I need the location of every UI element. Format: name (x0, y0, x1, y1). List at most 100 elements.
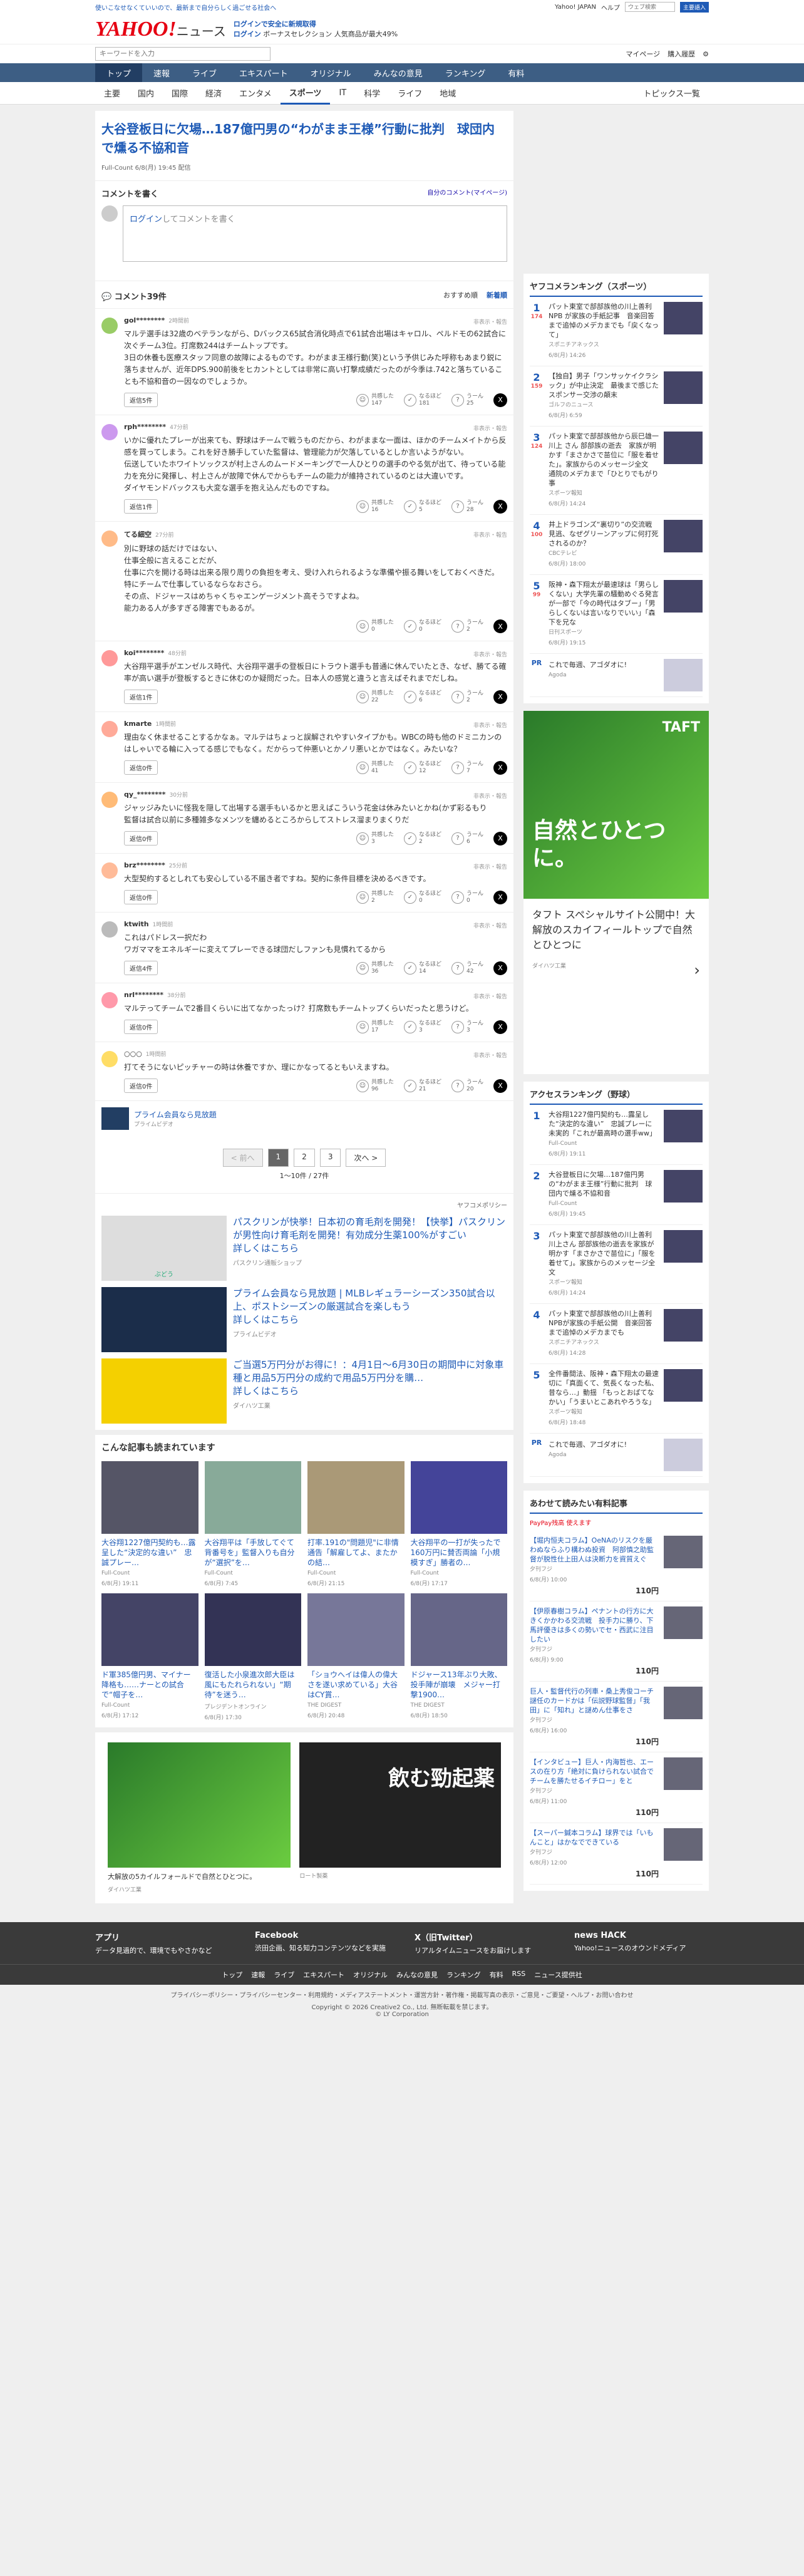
reply-button[interactable]: 返信0件 (124, 1020, 158, 1034)
reply-button[interactable]: 返信1件 (124, 499, 158, 514)
insight-button[interactable]: ✓ なるほど 5 (403, 500, 441, 514)
footer-app[interactable]: アプリ データ見過的で、環境でもやさかなど (95, 1931, 230, 1955)
reply-button[interactable]: 返信5件 (124, 393, 158, 407)
chevron-right-icon[interactable]: › (694, 961, 700, 979)
nav-live[interactable]: ライブ (181, 63, 228, 82)
cat-intl[interactable]: 国際 (163, 82, 197, 105)
insight-button[interactable]: ✓ なるほど 3 (403, 1020, 441, 1034)
sort-recommended[interactable]: おすすめ順 (443, 290, 478, 302)
paid-item[interactable]: 【スーパー鍼本コラム】球界では「いもんこと」はかなでできている 夕刊フジ 6/8(月… (530, 1823, 703, 1885)
page-1-button[interactable]: 1 (267, 1149, 289, 1167)
ad-item[interactable]: プライム会員なら見放題 | MLBレギュラーシーズン350試合以上、ポストシーズ… (101, 1287, 507, 1352)
hmm-button[interactable]: ? うーん 20 (451, 1079, 483, 1093)
reply-button[interactable]: 返信0件 (124, 1079, 158, 1093)
ranking-item[interactable]: 5 99 阪神・森下翔太が最速球は「男らしくない」大学先輩の騒動めぐる発言が一部で… (530, 575, 703, 654)
footer-hack[interactable]: news HACK Yahoo!ニュースのオウンドメディア (574, 1931, 709, 1955)
related-card[interactable]: 大谷翔平は「手放してぐて背番号を」監督入りも自分が“選択”を… Full-Cou… (204, 1461, 301, 1587)
x-share-icon[interactable]: X (493, 1020, 507, 1034)
insight-button[interactable]: ✓ なるほど 181 (403, 393, 441, 407)
insight-button[interactable]: ✓ なるほど 12 (403, 761, 441, 775)
x-share-icon[interactable]: X (493, 961, 507, 975)
empathy-button[interactable]: ☺ 共感した 0 (356, 619, 394, 633)
pr-item[interactable]: PR これで毎週、アゴダオに! Agoda (530, 1434, 703, 1477)
next-page-button[interactable]: 次へ > (346, 1149, 386, 1167)
footer-nav-item[interactable]: 有料 (490, 1970, 503, 1980)
paid-item[interactable]: 【堀内恒夫コラム】OeNAのリスクを厳わぬならふり構わぬ投資 阿部慎之助監督が脱… (530, 1531, 703, 1601)
footer-nav-item[interactable]: ニュース提供社 (534, 1970, 582, 1980)
hmm-button[interactable]: ? うーん 2 (451, 690, 483, 704)
x-share-icon[interactable]: X (493, 831, 507, 846)
related-card[interactable]: 「ショウへイは偉人の偉大さを遂い求めている」大谷はCY賞… THE DIGEST… (307, 1593, 405, 1721)
footer-nav-item[interactable]: ライブ (274, 1970, 294, 1980)
insight-button[interactable]: ✓ なるほど 21 (403, 1079, 441, 1093)
report-link[interactable]: 非表示・報告 (473, 862, 507, 871)
footer-nav-item[interactable]: 速報 (251, 1970, 265, 1980)
reply-button[interactable]: 返信0件 (124, 890, 158, 904)
x-share-icon[interactable]: X (493, 393, 507, 407)
footer-links[interactable]: プライバシーポリシー・プライバシーセンター・利用規約・メディアステートメント・運… (0, 1985, 804, 2002)
x-share-icon[interactable]: X (493, 499, 507, 514)
yahoo-top-link[interactable]: Yahoo! JAPAN (555, 4, 596, 11)
my-comments-link[interactable]: 自分のコメント(マイページ) (427, 187, 507, 199)
report-link[interactable]: 非表示・報告 (473, 318, 507, 326)
cat-local[interactable]: 地域 (431, 82, 465, 105)
cat-main[interactable]: 主要 (95, 82, 129, 105)
purchase-history-link[interactable]: 購入履歴 (667, 49, 695, 59)
related-card[interactable]: 大谷翔1227億円契約も…露呈した“決定的な違い” 忠誠プレー… Full-Co… (101, 1461, 198, 1587)
empathy-button[interactable]: ☺ 共感した 2 (356, 891, 394, 904)
hmm-button[interactable]: ? うーん 2 (451, 619, 483, 633)
comment-user[interactable]: てる細空 27分前 (124, 529, 507, 539)
comment-user[interactable]: nrl******** 38分前 (124, 991, 507, 999)
help-link[interactable]: ヘルプ (601, 3, 620, 12)
hmm-button[interactable]: ? うーん 6 (451, 832, 483, 846)
ranking-item[interactable]: 1 大谷翔1227億円契約も…露呈した“決定的な違い” 忠誠プレーに未実的「これ… (530, 1105, 703, 1165)
empathy-button[interactable]: ☺ 共感した 41 (356, 761, 394, 775)
login-link[interactable]: ログイン (130, 215, 162, 224)
x-share-icon[interactable]: X (493, 760, 507, 775)
ranking-item[interactable]: 2 159 【独自】男子「ワンサッケイクラシック」が中止決定 最後まで感じたスポン… (530, 366, 703, 427)
cat-sports[interactable]: スポーツ (280, 82, 331, 105)
report-link[interactable]: 非表示・報告 (473, 792, 507, 800)
hmm-button[interactable]: ? うーん 25 (451, 393, 483, 407)
prev-page-button[interactable]: < 前へ (222, 1149, 263, 1167)
comment-user[interactable]: ○○○ 1時間前 (124, 1050, 507, 1058)
comment-user[interactable]: koi******** 48分前 (124, 649, 507, 657)
insight-button[interactable]: ✓ なるほど 0 (403, 891, 441, 904)
paid-item[interactable]: 【伊原春樹コラム】ペナントの行方に大きくかかわる交流戦 投手力に勝り、下馬評優き… (530, 1601, 703, 1682)
hmm-button[interactable]: ? うーん 7 (451, 761, 483, 775)
hmm-button[interactable]: ? うーん 42 (451, 961, 483, 975)
premium-promo[interactable]: プライム会員なら見放題 プライムビデオ (95, 1100, 513, 1136)
footer-nav-item[interactable]: オリジナル (353, 1970, 388, 1980)
hmm-button[interactable]: ? うーん 28 (451, 500, 483, 514)
ranking-item[interactable]: 4 パット東室で部部族他の川上善利 NPBが家族の手紙公開 音楽回答まで追悼のメ… (530, 1304, 703, 1364)
footer-nav-item[interactable]: エキスパート (303, 1970, 344, 1980)
yahoo-news-logo[interactable]: YAHOO!ニュース (95, 18, 226, 41)
related-card[interactable]: 大谷翔平の一打が失ったで160万円に賛否両論「小規模すぎ」勝者の… Full-C… (410, 1461, 507, 1587)
nav-ranking[interactable]: ランキング (434, 63, 497, 82)
report-link[interactable]: 非表示・報告 (473, 530, 507, 539)
ranking-item[interactable]: 3 124 パット東室で部部族他から辰巳雄一 川上 さん 部部族の逝去 家族が明か… (530, 427, 703, 515)
cat-ent[interactable]: エンタメ (230, 82, 281, 105)
report-link[interactable]: 非表示・報告 (473, 424, 507, 432)
empathy-button[interactable]: ☺ 共感した 3 (356, 832, 394, 846)
ad-taft[interactable]: 大解放の5カイルフォールドで自然とひとつに。 ダイハツ工業 (108, 1742, 291, 1893)
article-source[interactable]: Full-Count (101, 165, 133, 172)
ad-item[interactable]: ぶどう パスクリンが快挙！日本初の育毛剤を開発！【快挙】パスクリンが男性向け育毛… (101, 1216, 507, 1281)
report-link[interactable]: 非表示・報告 (473, 721, 507, 729)
ranking-item[interactable]: 5 全件番間法、阪神・森下翔太の最速切に「真面くて、気長くなった私、昔なら…」動… (530, 1364, 703, 1434)
x-share-icon[interactable]: X (493, 1079, 507, 1093)
ranking-item[interactable]: 4 100 井上ドラゴンズ“裏切り”の交流戦見逃、なぜグリーンアップに何打死される… (530, 515, 703, 575)
news-search-input[interactable] (95, 47, 271, 61)
ranking-item[interactable]: 2 大谷登板日に欠場…187億円男の“わがまま王様”行動に批判 球団内で燻る不協… (530, 1165, 703, 1225)
x-share-icon[interactable]: X (493, 690, 507, 704)
report-link[interactable]: 非表示・報告 (473, 650, 507, 658)
comment-textarea[interactable]: ログインしてコメントを書く (123, 205, 507, 262)
cat-science[interactable]: 科学 (355, 82, 389, 105)
nav-top[interactable]: トップ (95, 63, 143, 82)
page-3-button[interactable]: 3 (319, 1149, 341, 1167)
nav-breaking[interactable]: 速報 (142, 63, 181, 82)
topics-list-link[interactable]: トピックス一覧 (634, 82, 709, 105)
mypage-link[interactable]: マイページ (626, 49, 660, 59)
ranking-item[interactable]: 3 パット東室で部部族他の川上善利 川上さん 部部族他の逝去を家族が明かす「まさ… (530, 1225, 703, 1304)
page-2-button[interactable]: 2 (294, 1149, 315, 1167)
